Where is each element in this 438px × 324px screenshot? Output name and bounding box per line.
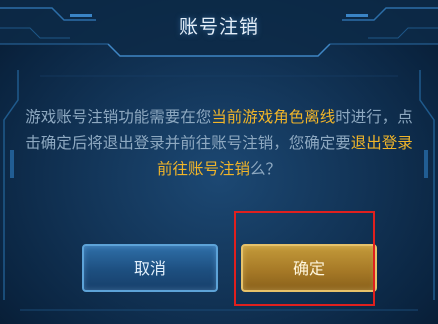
message-highlight-offline: 当前游戏角色离线 (211, 108, 336, 126)
message-text-3: 么？ (250, 160, 282, 178)
confirm-annotation-box (234, 211, 375, 306)
account-deletion-dialog: 账号注销 游戏账号注销功能需要在您当前游戏角色离线时进行，点击确定后将退出登录并… (0, 0, 438, 324)
message-text-1: 游戏账号注销功能需要在您 (25, 108, 212, 126)
dialog-message: 游戏账号注销功能需要在您当前游戏角色离线时进行，点击确定后将退出登录并前往账号注… (18, 104, 420, 182)
dialog-title-bar: 账号注销 (0, 0, 438, 56)
dialog-title: 账号注销 (178, 16, 259, 38)
cancel-button[interactable]: 取消 (82, 244, 218, 292)
